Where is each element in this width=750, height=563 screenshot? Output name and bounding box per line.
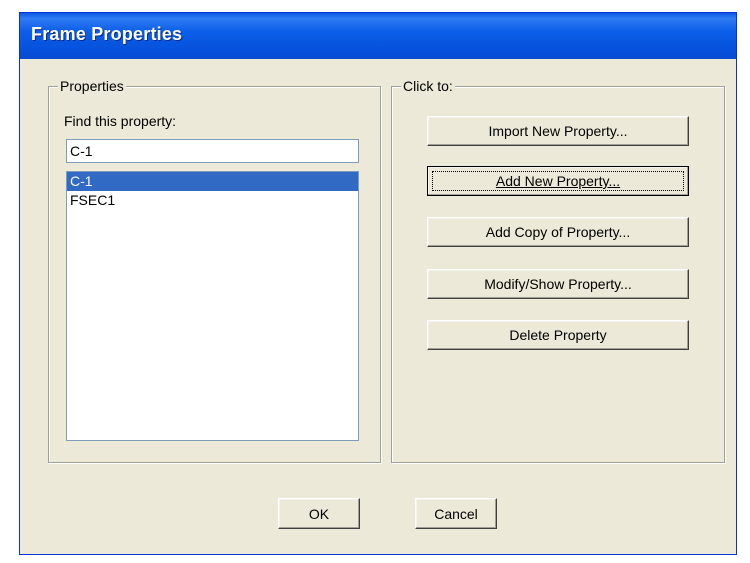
delete-property-label: Delete Property — [509, 327, 607, 343]
delete-property-button[interactable]: Delete Property — [427, 320, 689, 350]
cancel-button[interactable]: Cancel — [415, 498, 497, 529]
frame-properties-dialog: Frame Properties Properties Find this pr… — [19, 12, 737, 555]
add-copy-of-property-button[interactable]: Add Copy of Property... — [427, 217, 689, 247]
ok-button[interactable]: OK — [278, 498, 360, 529]
click-to-group: Click to: Import New Property... Add New… — [391, 78, 725, 463]
add-new-property-button[interactable]: Add New Property... — [427, 166, 689, 196]
add-copy-of-property-label: Add Copy of Property... — [485, 224, 631, 240]
properties-group-legend: Properties — [58, 78, 126, 94]
property-list-item-fsec1[interactable]: FSEC1 — [67, 191, 358, 210]
window-title: Frame Properties — [31, 24, 183, 44]
property-list[interactable]: C-1 FSEC1 — [66, 171, 359, 441]
find-property-label: Find this property: — [64, 113, 177, 129]
properties-group: Properties Find this property: C-1 FSEC1 — [48, 78, 381, 463]
title-bar[interactable]: Frame Properties — [20, 13, 736, 59]
import-new-property-label: Import New Property... — [488, 123, 628, 139]
cancel-label: Cancel — [434, 505, 478, 522]
modify-show-property-label: Modify/Show Property... — [484, 276, 632, 292]
find-property-input[interactable] — [66, 139, 359, 163]
import-new-property-button[interactable]: Import New Property... — [427, 116, 689, 146]
property-list-item-c-1[interactable]: C-1 — [67, 172, 358, 191]
click-to-group-legend: Click to: — [401, 78, 455, 94]
modify-show-property-button[interactable]: Modify/Show Property... — [427, 269, 689, 299]
ok-label: OK — [308, 505, 330, 522]
add-new-property-label: Add New Property... — [495, 173, 621, 189]
